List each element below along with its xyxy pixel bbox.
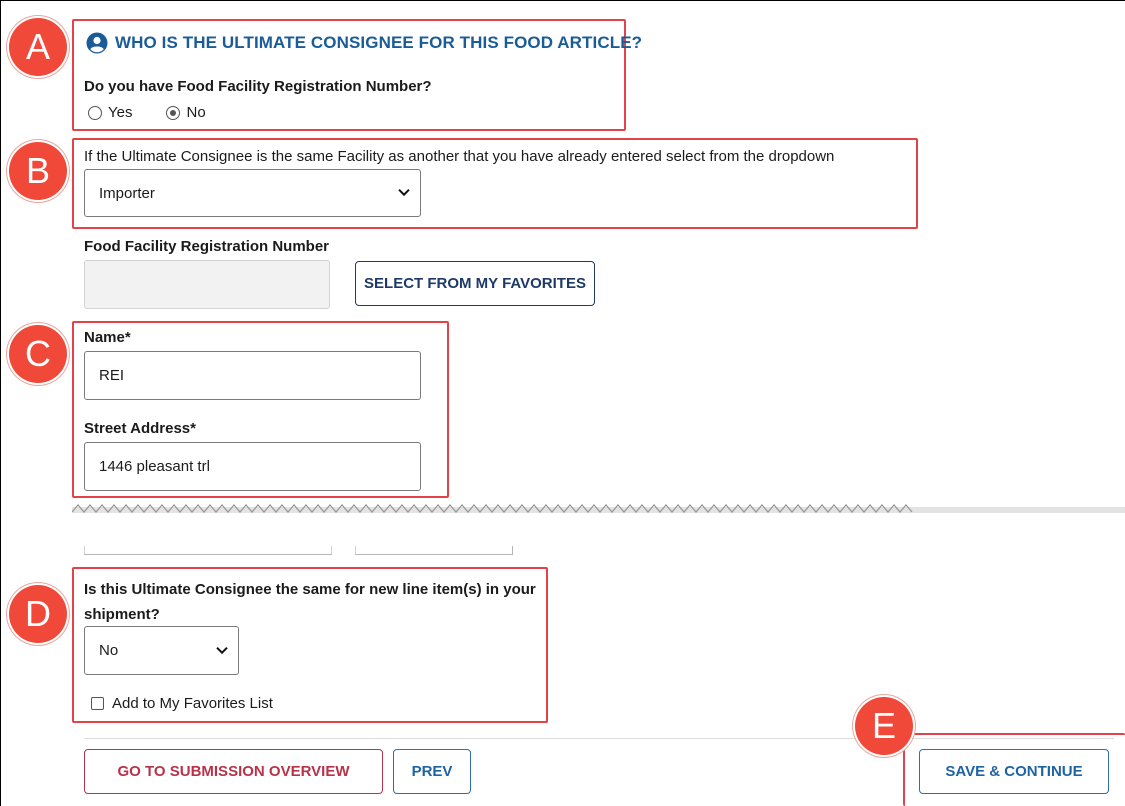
section-heading-text: WHO IS THE ULTIMATE CONSIGNEE FOR THIS F… <box>115 33 643 52</box>
same-facility-select-value: Importer <box>99 184 155 202</box>
radio-yes-label: Yes <box>108 104 133 121</box>
street-address-input[interactable]: 1446 pleasant trl <box>84 442 421 491</box>
cut-off-field-left <box>84 546 332 555</box>
same-facility-question: If the Ultimate Consignee is the same Fa… <box>84 148 835 165</box>
radio-yes[interactable] <box>88 105 102 120</box>
save-and-continue-button[interactable]: SAVE & CONTINUE <box>919 749 1109 794</box>
ffrn-label: Food Facility Registration Number <box>84 238 330 255</box>
marker-e: E <box>855 697 913 755</box>
window-frame-left <box>0 0 1 806</box>
chevron-down-icon <box>216 641 228 658</box>
window-frame-top <box>0 0 1125 1</box>
prev-button[interactable]: PREV <box>393 749 471 794</box>
go-to-submission-overview-button[interactable]: GO TO SUBMISSION OVERVIEW <box>84 749 383 794</box>
name-input[interactable]: REI <box>84 351 421 400</box>
radio-group-ffrn: Yes No <box>88 104 206 121</box>
same-for-new-items-select[interactable]: No <box>84 626 239 675</box>
radio-option-no[interactable]: No <box>166 104 206 121</box>
marker-d: D <box>9 585 67 643</box>
same-for-new-items-select-value: No <box>99 642 119 659</box>
torn-edge-divider <box>72 504 1125 513</box>
add-to-favorites-checkbox[interactable] <box>91 697 104 710</box>
cut-off-button-right <box>355 546 513 555</box>
radio-no[interactable] <box>166 105 181 120</box>
chevron-down-icon <box>398 184 410 201</box>
same-for-new-items-question: Is this Ultimate Consignee the same for … <box>84 581 536 623</box>
add-to-favorites-label: Add to My Favorites List <box>112 695 273 712</box>
name-label: Name* <box>84 329 131 346</box>
add-to-favorites-option[interactable]: Add to My Favorites List <box>91 695 273 712</box>
ffrn-input <box>84 260 330 309</box>
marker-c: C <box>9 325 67 383</box>
marker-a: A <box>9 18 67 76</box>
ffrn-question: Do you have Food Facility Registration N… <box>84 78 432 95</box>
street-address-label: Street Address* <box>84 420 196 437</box>
user-circle-icon <box>86 32 108 54</box>
select-from-favorites-button[interactable]: SELECT FROM MY FAVORITES <box>355 261 595 306</box>
radio-option-yes[interactable]: Yes <box>88 104 132 121</box>
marker-b: B <box>9 142 67 200</box>
section-heading: WHO IS THE ULTIMATE CONSIGNEE FOR THIS F… <box>86 32 642 54</box>
same-facility-select[interactable]: Importer <box>84 169 421 217</box>
radio-no-label: No <box>186 104 206 121</box>
